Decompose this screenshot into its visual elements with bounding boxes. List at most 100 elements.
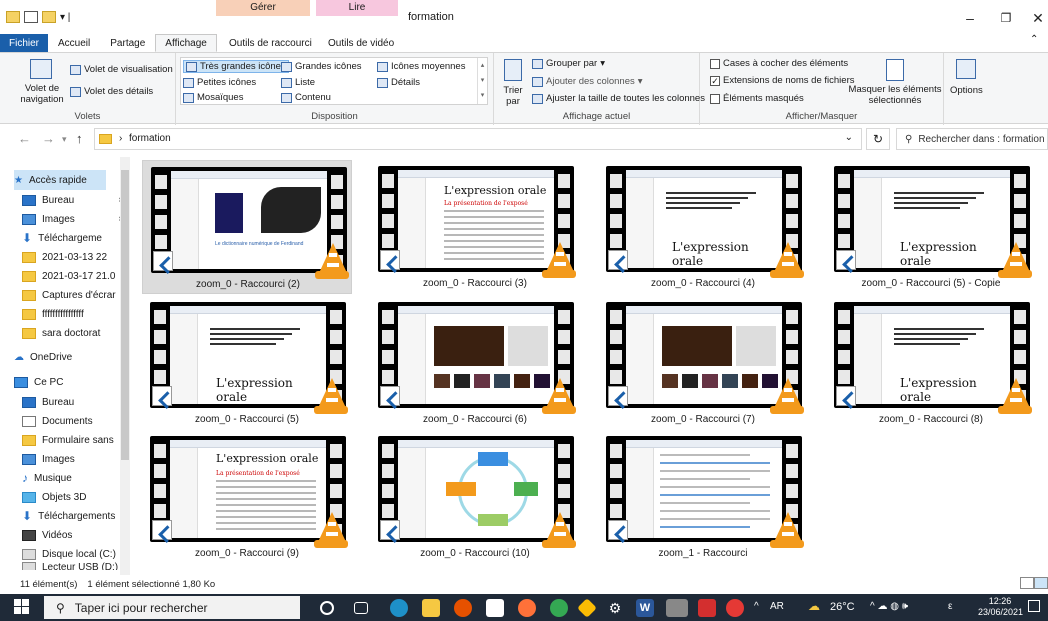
store-icon[interactable] [486, 599, 504, 617]
refresh-icon[interactable]: ↻ [866, 128, 890, 150]
windows-start-icon[interactable] [14, 599, 30, 615]
app-icon-red[interactable] [726, 599, 744, 617]
minimize-button[interactable]: – [960, 8, 980, 28]
file-item[interactable]: L'expression orale zoom_0 - Raccourci (5) [142, 296, 352, 430]
collapse-ribbon-icon[interactable]: ⌃ [1030, 34, 1038, 45]
file-item[interactable]: L'expression orale La présentation de l'e… [370, 160, 580, 294]
item-checkboxes-toggle[interactable]: Cases à cocher des éléments [710, 58, 848, 69]
layout-list[interactable]: Liste [281, 77, 315, 88]
sort-by-button[interactable]: Trier par [500, 85, 526, 107]
nav-pc-formulaire[interactable]: Formulaire sans [22, 430, 128, 450]
nav-pc-disque-c[interactable]: Disque local (C:) [22, 544, 128, 564]
forward-arrow-icon[interactable]: → [42, 131, 55, 146]
nav-pc-objets-3d[interactable]: Objets 3D [22, 487, 128, 507]
file-item[interactable]: Le dictionnaire numérique de Ferdinand zo… [142, 160, 352, 294]
layout-large-icons[interactable]: Grandes icônes [281, 61, 362, 72]
nav-item-captures[interactable]: Captures d'écrar [22, 285, 128, 305]
nav-scroll-thumb[interactable] [121, 170, 129, 460]
fit-columns-button[interactable]: Ajuster la taille de toutes les colonnes [532, 93, 705, 104]
tab-outils-video[interactable]: Outils de vidéo [318, 34, 404, 52]
file-item[interactable]: zoom_1 - Raccourci [598, 430, 808, 564]
nav-item-folder-1[interactable]: 2021-03-13 22 [22, 247, 128, 267]
file-item[interactable]: L'expression orale zoom_0 - Raccourci (8) [826, 296, 1036, 430]
nav-item-images[interactable]: Images✱ [22, 209, 128, 229]
layout-content[interactable]: Contenu [281, 92, 331, 103]
extensions-toggle[interactable]: ✓ Extensions de noms de fichiers [710, 75, 854, 86]
nav-item-sara-doctorat[interactable]: sara doctorat [22, 323, 128, 343]
large-icons-view-icon[interactable] [1034, 577, 1048, 589]
notification-icon[interactable] [1028, 600, 1040, 612]
checkbox-unchecked[interactable] [710, 58, 720, 69]
details-pane-button[interactable]: Volet des détails [70, 86, 153, 97]
nav-pc-videos[interactable]: Vidéos [22, 525, 128, 545]
nav-quick-access[interactable]: ★ Accès rapide [14, 170, 106, 190]
layout-tiles[interactable]: Mosaïques [183, 92, 243, 103]
nav-this-pc[interactable]: Ce PC [14, 372, 120, 392]
firefox-icon[interactable] [518, 599, 536, 617]
system-tray-icons[interactable]: ^ ☁ ◍ 🕪 [870, 601, 908, 612]
chevron-down-icon[interactable]: ⌄ [845, 132, 853, 143]
restore-button[interactable]: ❐ [996, 8, 1016, 28]
language-indicator[interactable]: AR [770, 601, 784, 612]
layout-details[interactable]: Détails [377, 77, 420, 88]
app-icon-orange[interactable] [454, 599, 472, 617]
tab-fichier[interactable]: Fichier [0, 34, 49, 52]
file-item[interactable]: zoom_0 - Raccourci (7) [598, 296, 808, 430]
checkbox-checked[interactable]: ✓ [710, 75, 720, 86]
tray-expand-icon[interactable]: ^ [754, 601, 759, 612]
nav-pc-images[interactable]: Images [22, 449, 128, 469]
drive-icon[interactable] [577, 598, 597, 618]
nav-item-folder-3[interactable]: ffffffffffffffff [22, 304, 128, 324]
layout-small-icons[interactable]: Petites icônes [183, 77, 256, 88]
taskbar-search[interactable]: ⚲ Taper ici pour rechercher [44, 596, 300, 619]
add-columns-button[interactable]: Ajouter des colonnes ▾ [532, 76, 643, 87]
hidden-items-toggle[interactable]: Éléments masqués [710, 93, 804, 104]
file-item[interactable]: zoom_0 - Raccourci (10) [370, 430, 580, 564]
hide-selected-button[interactable]: Masquer les éléments sélectionnés [848, 84, 942, 106]
layout-extra-large-icons[interactable]: Très grandes icônes [183, 60, 289, 73]
tab-affichage[interactable]: Affichage [155, 34, 217, 52]
weather-icon[interactable]: ☁ [808, 599, 820, 613]
edge-icon[interactable] [390, 599, 408, 617]
path-box[interactable]: › formation ⌄ [94, 128, 862, 150]
preview-pane-button[interactable]: Volet de visualisation [70, 64, 173, 75]
tab-outils-raccourci[interactable]: Outils de raccourci [219, 34, 322, 52]
search-input[interactable]: ⚲ Rechercher dans : formation [896, 128, 1048, 150]
tab-partage[interactable]: Partage [100, 34, 155, 52]
file-explorer-icon[interactable] [422, 599, 440, 617]
word-icon[interactable]: W [636, 599, 654, 617]
task-view-icon[interactable] [354, 602, 368, 614]
pdf-icon[interactable] [698, 599, 716, 617]
nav-pc-usb[interactable]: Lecteur USB (D:) [22, 562, 128, 570]
file-item[interactable]: L'expression orale La présentation de l'e… [142, 430, 352, 564]
keyboard-icon[interactable] [666, 599, 688, 617]
layout-medium-icons[interactable]: Icônes moyennes [377, 61, 465, 72]
nav-item-folder-2[interactable]: 2021-03-17 21.0 [22, 266, 128, 286]
settings-gear-icon[interactable]: ⚙ [606, 599, 624, 617]
clock[interactable]: 12:26 23/06/2021 [978, 596, 1023, 618]
file-item[interactable]: L'expression orale zoom_0 - Raccourci (5)… [826, 160, 1036, 294]
input-indicator[interactable]: ε [948, 601, 952, 612]
chrome-icon[interactable] [550, 599, 568, 617]
breadcrumb-formation[interactable]: formation [129, 133, 171, 144]
group-by-button[interactable]: Grouper par ▾ [532, 58, 605, 69]
options-button[interactable]: Options [950, 85, 983, 96]
back-arrow-icon[interactable]: ← [18, 131, 31, 146]
properties-icon[interactable] [24, 11, 38, 23]
gallery-scroll[interactable]: ▴ ▾ ▾ [477, 58, 487, 104]
nav-item-bureau[interactable]: Bureau✱ [22, 190, 128, 210]
nav-pc-telechargements[interactable]: ⬇ Téléchargements [22, 506, 128, 526]
close-button[interactable]: ✕ [1028, 8, 1048, 28]
chevron-right-icon[interactable]: › [119, 133, 122, 144]
recent-locations-icon[interactable]: ▾ [62, 134, 67, 145]
temperature[interactable]: 26°C [830, 601, 855, 613]
cortana-icon[interactable] [320, 601, 334, 615]
nav-pc-bureau[interactable]: Bureau [22, 392, 128, 412]
new-folder-icon[interactable] [42, 11, 56, 23]
file-item[interactable]: L'expression orale zoom_0 - Raccourci (4) [598, 160, 808, 294]
tab-accueil[interactable]: Accueil [48, 34, 100, 52]
file-item[interactable]: zoom_0 - Raccourci (6) [370, 296, 580, 430]
customize-toolbar-icon[interactable]: ▾ | [60, 12, 70, 23]
checkbox-unchecked[interactable] [710, 93, 720, 104]
nav-pane-button[interactable]: Volet de navigation [14, 83, 70, 105]
